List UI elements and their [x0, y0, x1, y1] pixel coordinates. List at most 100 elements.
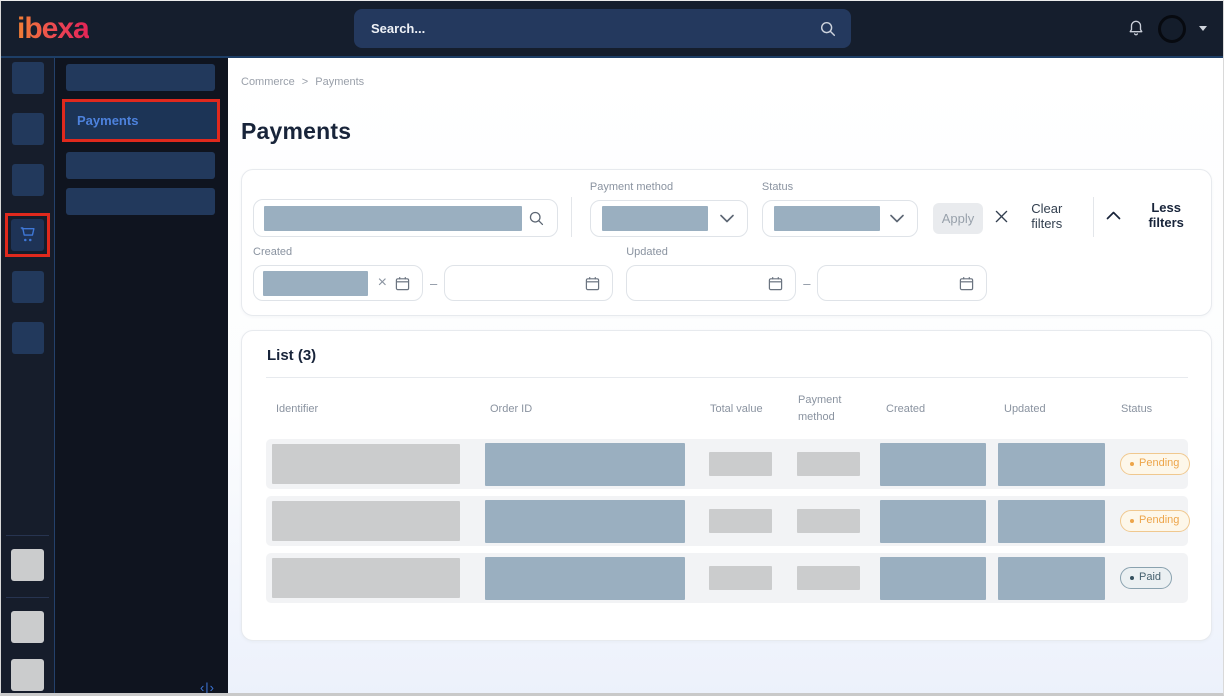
status-badge-label: Pending	[1139, 457, 1179, 470]
redacted-order-id-value	[485, 500, 685, 543]
sidebar-menu-item-4[interactable]	[66, 188, 215, 215]
updated-to-date-input[interactable]	[817, 265, 987, 301]
rail-divider	[6, 535, 49, 536]
topbar: ibexa Search...	[1, 1, 1223, 56]
chevron-up-icon	[1106, 211, 1121, 220]
rail-nav-item-1[interactable]	[12, 62, 44, 94]
created-filter-group: Created × –	[253, 246, 613, 301]
sidebar-menu-item-1[interactable]	[66, 64, 215, 91]
column-header-payment-method: Payment method	[788, 392, 858, 425]
updated-label: Updated	[626, 246, 987, 258]
redacted-created-value	[880, 500, 986, 543]
column-header-updated: Updated	[994, 403, 1111, 415]
redacted-created-value	[880, 443, 986, 486]
clear-date-icon[interactable]: ×	[378, 274, 387, 292]
date-range-separator: –	[430, 276, 437, 291]
rail-divider	[6, 597, 49, 598]
breadcrumb-separator: >	[302, 76, 308, 88]
status-badge: Paid	[1120, 567, 1172, 589]
sidebar-menu-item-3[interactable]	[66, 152, 215, 179]
created-from-date-input[interactable]: ×	[253, 265, 423, 301]
table-row[interactable]: Pending	[266, 496, 1188, 546]
redacted-payment-method-value	[797, 566, 860, 590]
calendar-icon	[395, 276, 410, 291]
sidebar-item-payments-label: Payments	[77, 113, 138, 128]
table-header-row: Identifier Order ID Total value Payment …	[266, 378, 1188, 439]
sidebar-collapse-icon[interactable]: ‹|›	[200, 680, 215, 695]
status-dot-icon	[1130, 462, 1134, 466]
created-label: Created	[253, 246, 613, 258]
table-row[interactable]: Paid	[266, 553, 1188, 603]
status-filter-group: Status	[762, 181, 918, 237]
global-search-input[interactable]: Search...	[354, 9, 851, 48]
filter-divider	[1093, 197, 1094, 237]
updated-filter-group: Updated –	[626, 246, 987, 301]
redacted-updated-value	[998, 443, 1105, 486]
redacted-identifier-value	[272, 444, 460, 484]
user-avatar[interactable]	[1158, 15, 1186, 43]
payment-method-select[interactable]	[590, 200, 748, 237]
breadcrumb-payments: Payments	[315, 76, 364, 88]
status-select[interactable]	[762, 200, 918, 237]
table-row[interactable]: Pending	[266, 439, 1188, 489]
close-icon	[995, 210, 1008, 223]
redacted-updated-value	[998, 557, 1105, 600]
redacted-search-value	[264, 206, 522, 231]
rail-bottom-item-2[interactable]	[11, 611, 44, 643]
notification-bell-icon[interactable]	[1127, 19, 1145, 38]
less-filters-toggle[interactable]: Less filters	[1106, 200, 1197, 230]
status-dot-icon	[1130, 519, 1134, 523]
sidebar-item-payments[interactable]: Payments	[65, 102, 217, 139]
rail-bottom-item-3[interactable]	[11, 659, 44, 691]
rail-bottom-item-1[interactable]	[11, 549, 44, 581]
app-window: ibexa Search...	[0, 0, 1224, 696]
calendar-icon	[959, 276, 974, 291]
status-label: Status	[762, 181, 918, 193]
main-content: Commerce > Payments Payments	[228, 58, 1223, 696]
column-header-status: Status	[1111, 403, 1188, 415]
column-header-created: Created	[876, 403, 994, 415]
calendar-icon	[768, 276, 783, 291]
redacted-payment-method-value	[797, 452, 860, 476]
redacted-identifier-value	[272, 501, 460, 541]
date-range-separator: –	[803, 276, 810, 291]
rail-nav-item-commerce[interactable]	[11, 219, 44, 251]
secondary-sidebar: Payments ‹|›	[55, 58, 228, 696]
redacted-identifier-value	[272, 558, 460, 598]
redacted-payment-method-value	[797, 509, 860, 533]
active-nav-highlight-frame	[5, 213, 50, 257]
redacted-total-value	[709, 566, 772, 590]
ibexa-logo: ibexa	[17, 14, 89, 44]
breadcrumb-commerce[interactable]: Commerce	[241, 76, 295, 88]
rail-nav-item-5[interactable]	[12, 271, 44, 303]
redacted-payment-method-value	[602, 206, 708, 231]
redacted-order-id-value	[485, 557, 685, 600]
payments-list-card: List (3) Identifier Order ID Total value…	[241, 330, 1212, 641]
global-search-placeholder: Search...	[371, 21, 819, 36]
status-dot-icon	[1130, 576, 1134, 580]
rail-nav-item-3[interactable]	[12, 164, 44, 196]
filter-search-input[interactable]	[253, 199, 558, 237]
active-menu-highlight-frame: Payments	[62, 99, 220, 142]
redacted-updated-value	[998, 500, 1105, 543]
page-title: Payments	[241, 118, 1212, 145]
icon-rail-sidebar	[1, 58, 55, 696]
breadcrumb: Commerce > Payments	[241, 76, 1212, 88]
rail-nav-item-6[interactable]	[12, 322, 44, 354]
less-filters-label: Less filters	[1135, 200, 1197, 230]
chevron-down-icon	[720, 214, 734, 223]
apply-button[interactable]: Apply	[933, 203, 983, 234]
user-menu-caret-icon[interactable]	[1199, 26, 1207, 31]
payment-method-filter-group: Payment method	[590, 181, 748, 237]
status-badge-label: Pending	[1139, 514, 1179, 527]
redacted-total-value	[709, 452, 772, 476]
redacted-created-value	[880, 557, 986, 600]
status-badge: Pending	[1120, 510, 1190, 532]
topbar-actions	[1127, 15, 1207, 43]
updated-from-date-input[interactable]	[626, 265, 796, 301]
created-to-date-input[interactable]	[444, 265, 613, 301]
column-header-order-id: Order ID	[480, 403, 700, 415]
redacted-created-from-value	[263, 271, 368, 296]
clear-filters-button[interactable]: Clear filters	[995, 201, 1076, 231]
rail-nav-item-2[interactable]	[12, 113, 44, 145]
